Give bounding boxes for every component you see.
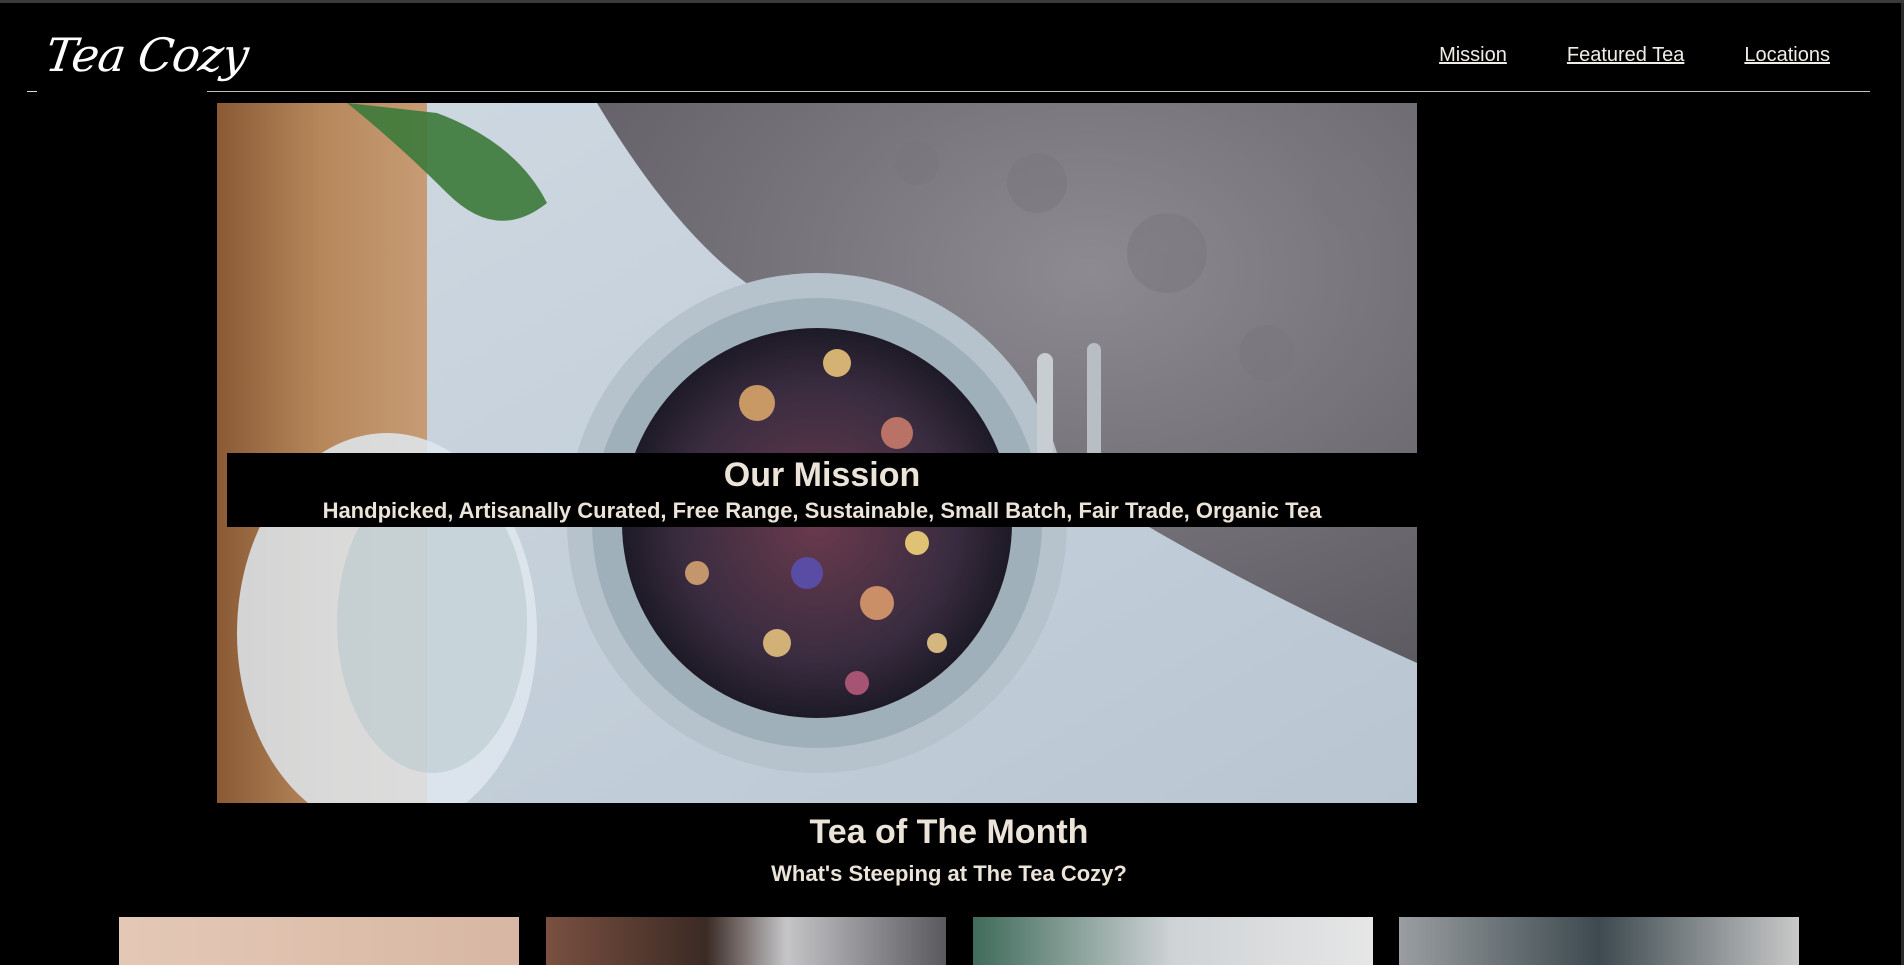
header-divider (207, 91, 1870, 92)
nav-link-locations[interactable]: Locations (1744, 44, 1830, 67)
mission-title: Our Mission (723, 456, 921, 494)
divider (27, 91, 37, 92)
main-nav: Mission Featured Tea Locations (1439, 44, 1830, 67)
mission-banner: Our Mission Handpicked, Artisanally Cura… (227, 453, 1417, 527)
tea-of-month-title: Tea of The Month (809, 813, 1089, 851)
logo[interactable]: Tea Cozy (41, 22, 252, 88)
tea-of-month-subtitle: What's Steeping at The Tea Cozy? (771, 861, 1127, 886)
tea-thumbnail (119, 917, 519, 965)
nav-link-mission[interactable]: Mission (1439, 44, 1507, 67)
window-top-border (0, 0, 1904, 3)
nav-link-featured-tea[interactable]: Featured Tea (1567, 44, 1685, 67)
tea-thumbnail (546, 917, 946, 965)
tea-thumbnail (973, 917, 1373, 965)
tea-thumbnail (1399, 917, 1799, 965)
mission-subtitle: Handpicked, Artisanally Curated, Free Ra… (322, 498, 1322, 523)
page: Tea Cozy Mission Featured Tea Locations (0, 0, 1904, 965)
